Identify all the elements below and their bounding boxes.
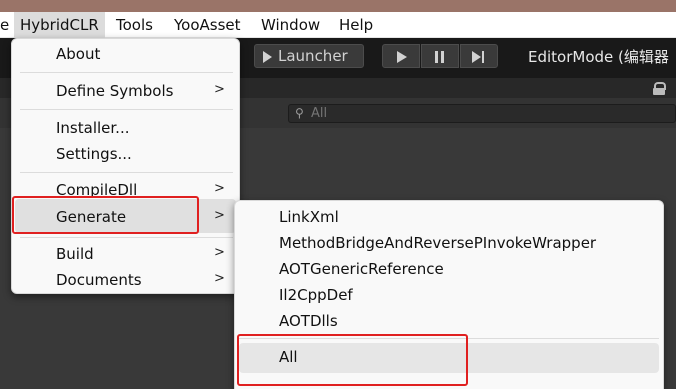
red-highlight-box-generate xyxy=(12,196,199,234)
step-icon xyxy=(472,51,481,63)
menu-tools[interactable]: Tools xyxy=(116,16,153,34)
submenu-item-il2cppdef[interactable]: Il2CppDef xyxy=(279,286,353,304)
step-button[interactable] xyxy=(460,44,498,68)
submenu-item-aotdlls[interactable]: AOTDlls xyxy=(279,312,338,330)
menu-separator xyxy=(20,72,233,73)
submenu-item-linkxml[interactable]: LinkXml xyxy=(279,208,339,226)
menu-help[interactable]: Help xyxy=(339,16,373,34)
menu-item-settings[interactable]: Settings... xyxy=(56,145,132,163)
red-highlight-box-all xyxy=(237,334,468,386)
submenu-item-methodbridge[interactable]: MethodBridgeAndReversePInvokeWrapper xyxy=(279,234,596,252)
pause-button[interactable] xyxy=(421,44,459,68)
menu-edit-partial[interactable]: e xyxy=(0,16,9,34)
play-icon xyxy=(397,51,407,63)
menu-yooasset[interactable]: YooAsset xyxy=(174,16,241,34)
editor-mode-dropdown[interactable]: EditorMode (编辑器 xyxy=(528,46,669,67)
play-button[interactable] xyxy=(382,44,420,68)
launcher-label: Launcher xyxy=(278,47,348,65)
menu-item-build[interactable]: Build xyxy=(56,245,94,263)
hybridclr-menu: About Define Symbols > Installer... Sett… xyxy=(11,38,240,294)
pause-icon xyxy=(435,51,438,63)
playmode-controls xyxy=(382,44,499,68)
chevron-right-icon: > xyxy=(214,181,225,196)
launcher-button[interactable]: Launcher xyxy=(254,44,364,68)
chevron-right-icon: > xyxy=(214,245,225,260)
menu-item-define-symbols[interactable]: Define Symbols xyxy=(56,82,173,100)
menu-separator xyxy=(20,109,233,110)
menu-window[interactable]: Window xyxy=(261,16,320,34)
menu-bar: e HybridCLR Tools YooAsset Window Help xyxy=(0,12,676,38)
menu-item-installer[interactable]: Installer... xyxy=(56,119,129,137)
search-field[interactable]: ⚲ xyxy=(288,104,676,123)
menu-item-about[interactable]: About xyxy=(56,45,100,63)
chevron-right-icon: > xyxy=(214,208,225,223)
chevron-right-icon: > xyxy=(214,271,225,286)
menu-item-documents[interactable]: Documents xyxy=(56,271,142,289)
search-icon: ⚲ xyxy=(295,106,304,120)
menu-separator xyxy=(20,172,233,173)
chevron-right-icon: > xyxy=(214,82,225,97)
submenu-item-aotgenericreference[interactable]: AOTGenericReference xyxy=(279,260,444,278)
window-title-bar xyxy=(0,0,676,12)
search-input[interactable] xyxy=(311,105,611,122)
menu-separator xyxy=(20,237,233,238)
play-triangle-icon xyxy=(263,51,272,63)
menu-hybridclr[interactable]: HybridCLR xyxy=(14,12,105,38)
